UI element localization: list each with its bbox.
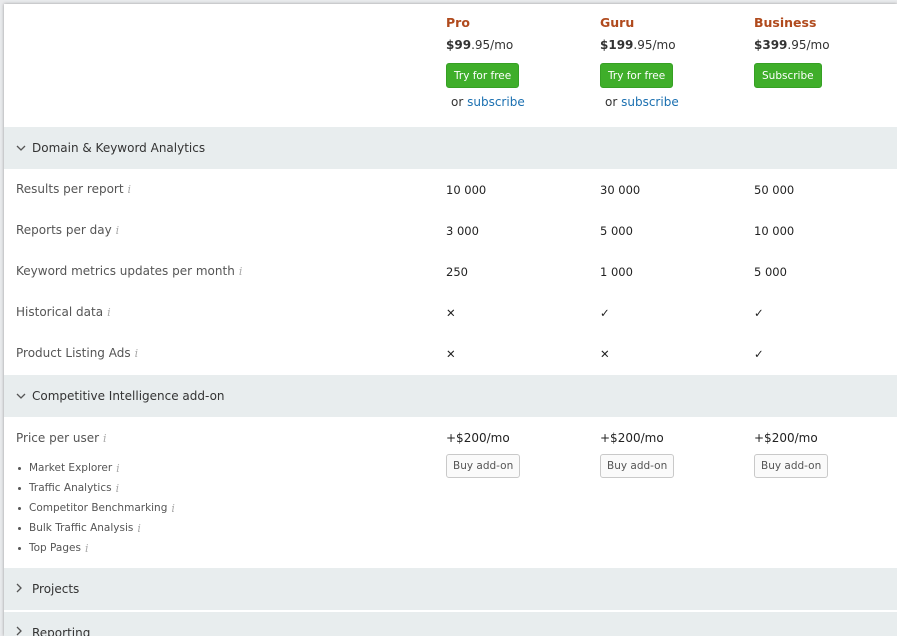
pricing-table: Pro $99.95/mo Try for free or subscribe … <box>4 4 897 636</box>
check-icon: ✓ <box>754 306 764 320</box>
info-icon[interactable]: i <box>171 502 175 515</box>
section-competitive-intelligence[interactable]: Competitive Intelligence add-on <box>4 375 897 417</box>
check-icon: ✓ <box>600 306 610 320</box>
addon-price: +$200/mo <box>600 431 664 445</box>
list-item: Top Pages i <box>18 538 175 558</box>
plan-name: Pro <box>446 15 470 30</box>
info-icon[interactable]: i <box>128 183 132 196</box>
subscribe-link[interactable]: subscribe <box>621 95 679 109</box>
info-icon[interactable]: i <box>116 224 120 237</box>
chevron-down-icon <box>16 390 26 403</box>
info-icon[interactable]: i <box>103 432 107 445</box>
section-title: Projects <box>32 582 80 596</box>
info-icon[interactable]: i <box>239 265 243 278</box>
chevron-right-icon <box>16 626 23 636</box>
table-row: Product Listing Ads i ✕ ✕ ✓ <box>4 333 897 374</box>
plan-price: $199.95/mo <box>600 38 676 52</box>
cell-value: 5 000 <box>600 224 633 238</box>
price-per-user-label: Price per user i <box>16 431 107 445</box>
list-item: Bulk Traffic Analysis i <box>18 518 175 538</box>
info-icon[interactable]: i <box>137 522 141 535</box>
or-subscribe: or subscribe <box>451 95 525 109</box>
cell-value: 30 000 <box>600 183 641 197</box>
list-item: Competitor Benchmarking i <box>18 498 175 518</box>
addon-feature-list: Market Explorer i Traffic Analytics i Comp… <box>18 458 175 558</box>
row-label: Reports per day i <box>16 223 120 237</box>
table-row: Keyword metrics updates per month i 250 1… <box>4 251 897 292</box>
section-reporting[interactable]: Reporting <box>4 611 897 636</box>
cross-icon: ✕ <box>446 306 456 320</box>
cell-value: 3 000 <box>446 224 479 238</box>
plan-price: $399.95/mo <box>754 38 830 52</box>
cross-icon: ✕ <box>600 347 610 361</box>
buy-addon-button[interactable]: Buy add-on <box>600 454 675 478</box>
row-label: Historical data i <box>16 305 111 319</box>
section-title: Competitive Intelligence add-on <box>32 389 225 403</box>
section-title: Domain & Keyword Analytics <box>32 141 206 155</box>
list-item: Traffic Analytics i <box>18 478 175 498</box>
or-subscribe: or subscribe <box>605 95 679 109</box>
row-label: Keyword metrics updates per month i <box>16 264 243 278</box>
table-row: Historical data i ✕ ✓ ✓ <box>4 292 897 333</box>
info-icon[interactable]: i <box>135 347 139 360</box>
addon-price: +$200/mo <box>446 431 510 445</box>
cell-value: 250 <box>446 265 468 279</box>
cell-value: 1 000 <box>600 265 633 279</box>
addon-price: +$200/mo <box>754 431 818 445</box>
subscribe-link[interactable]: subscribe <box>467 95 525 109</box>
plan-name: Guru <box>600 15 635 30</box>
cross-icon: ✕ <box>446 347 456 361</box>
table-row: Reports per day i 3 000 5 000 10 000 <box>4 210 897 251</box>
info-icon[interactable]: i <box>107 306 111 319</box>
try-for-free-button[interactable]: Try for free <box>600 63 674 88</box>
plan-price: $99.95/mo <box>446 38 514 52</box>
info-icon[interactable]: i <box>85 542 89 555</box>
row-label: Product Listing Ads i <box>16 346 139 360</box>
buy-addon-button[interactable]: Buy add-on <box>446 454 521 478</box>
table-row: Results per report i 10 000 30 000 50 000 <box>4 169 897 210</box>
cell-value: 10 000 <box>754 224 795 238</box>
cell-value: 5 000 <box>754 265 787 279</box>
try-for-free-button[interactable]: Try for free <box>446 63 520 88</box>
info-icon[interactable]: i <box>116 482 120 495</box>
info-icon[interactable]: i <box>116 462 120 475</box>
row-label: Results per report i <box>16 182 132 196</box>
section-domain-keyword-analytics[interactable]: Domain & Keyword Analytics <box>4 127 897 169</box>
cell-value: 10 000 <box>446 183 487 197</box>
section-projects[interactable]: Projects <box>4 568 897 610</box>
buy-addon-button[interactable]: Buy add-on <box>754 454 829 478</box>
chevron-down-icon <box>16 142 26 155</box>
check-icon: ✓ <box>754 347 764 361</box>
subscribe-button[interactable]: Subscribe <box>754 63 822 88</box>
chevron-right-icon <box>16 583 23 596</box>
plan-name: Business <box>754 15 817 30</box>
cell-value: 50 000 <box>754 183 795 197</box>
list-item: Market Explorer i <box>18 458 175 478</box>
section-title: Reporting <box>32 625 91 636</box>
